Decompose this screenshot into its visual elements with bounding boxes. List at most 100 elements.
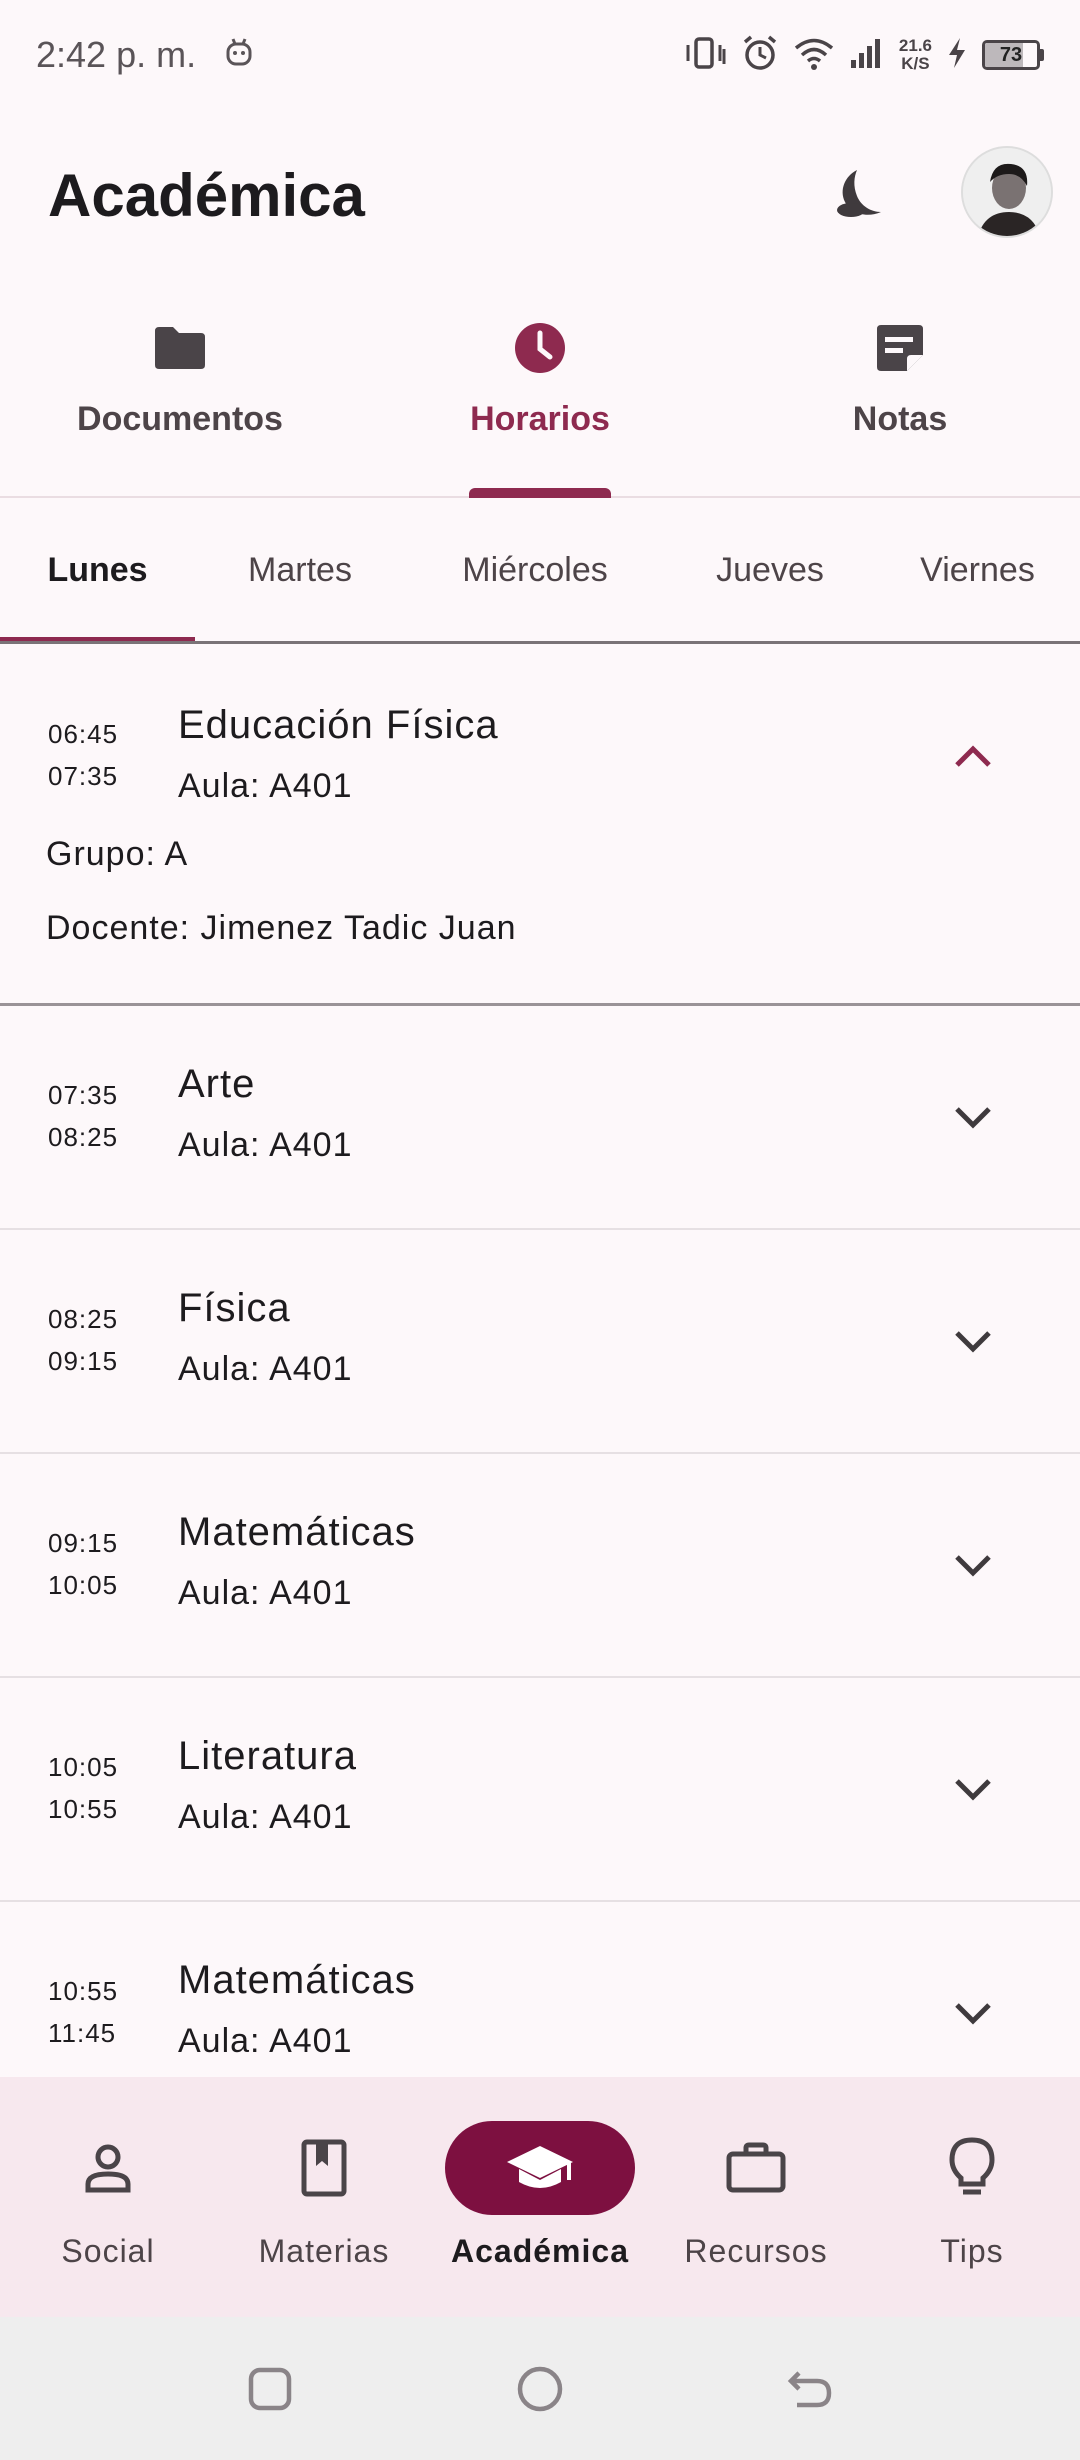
class-times: 10:55 11:45 [48, 1970, 118, 2054]
tab-lunes[interactable]: Lunes [0, 500, 195, 641]
schedule-item[interactable]: 07:35 08:25 Arte Aula: A401 [0, 1006, 1080, 1230]
alarm-icon [741, 34, 779, 77]
start-time: 07:35 [48, 1080, 119, 1110]
back-button[interactable] [675, 2365, 945, 2413]
recents-icon [248, 2367, 292, 2410]
nav-pill [661, 2121, 851, 2215]
nav-pill [229, 2121, 419, 2215]
start-time: 09:15 [48, 1528, 119, 1558]
net-speed-value: 21.6 [898, 36, 932, 55]
briefcase-icon [726, 2142, 786, 2193]
end-time: 10:05 [48, 1570, 119, 1600]
nav-pill-active [445, 2121, 635, 2215]
recents-button[interactable] [135, 2365, 405, 2413]
expand-button[interactable] [945, 1538, 1001, 1594]
room-label: Aula: A401 [178, 1126, 353, 1164]
nav-item-tips[interactable]: Tips [864, 2077, 1080, 2317]
expand-button[interactable] [945, 1314, 1001, 1370]
person-icon [85, 2144, 131, 2193]
section-tabs: Documentos Horarios Notas [0, 290, 1080, 498]
home-button[interactable] [405, 2364, 675, 2414]
nav-item-academica[interactable]: Académica [432, 2077, 648, 2317]
dark-mode-toggle-button[interactable] [820, 155, 900, 235]
back-icon [787, 2370, 832, 2407]
vibrate-icon [683, 36, 727, 75]
nav-item-materias[interactable]: Materias [216, 2077, 432, 2317]
class-times: 09:15 10:05 [48, 1522, 118, 1606]
graduation-cap-icon [507, 2146, 573, 2188]
profile-photo [963, 148, 1051, 236]
tab-notas-label: Notas [852, 400, 948, 438]
nav-item-social[interactable]: Social [0, 2077, 216, 2317]
class-times: 07:35 08:25 [48, 1074, 118, 1158]
subject-name: Arte [178, 1062, 256, 1106]
dark-mode-icon [837, 170, 881, 217]
wifi-icon [793, 36, 835, 75]
tab-viernes[interactable]: Viernes [875, 500, 1080, 641]
clock-icon [510, 318, 570, 378]
tab-miercoles[interactable]: Miércoles [405, 500, 665, 641]
home-icon [517, 2366, 563, 2411]
chevron-down-icon [955, 1779, 991, 1801]
chevron-down-icon [955, 1331, 991, 1353]
app-bar: Académica [0, 110, 1080, 280]
nav-label: Social [61, 2233, 155, 2269]
net-speed-unit: K/S [901, 54, 930, 73]
chevron-up-icon [955, 745, 991, 767]
collapse-button[interactable] [945, 728, 1001, 784]
room-label: Aula: A401 [178, 1350, 353, 1388]
nav-pill [877, 2121, 1067, 2215]
nav-item-recursos[interactable]: Recursos [648, 2077, 864, 2317]
expand-button[interactable] [945, 1762, 1001, 1818]
end-time: 11:45 [48, 2018, 117, 2048]
tab-documentos[interactable]: Documentos [0, 290, 360, 496]
subject-name: Educación Física [178, 703, 499, 747]
expand-button[interactable] [945, 1986, 1001, 2042]
end-time: 09:15 [48, 1346, 119, 1376]
class-times: 06:45 07:35 [48, 713, 118, 797]
end-time: 10:55 [48, 1794, 119, 1824]
expand-button[interactable] [945, 1090, 1001, 1146]
battery-icon: 73 [982, 40, 1044, 70]
note-icon [870, 318, 930, 378]
chevron-down-icon [955, 2003, 991, 2025]
schedule-item-expanded[interactable]: 06:45 07:35 Educación Física Aula: A401 … [0, 647, 1080, 1006]
class-times: 08:25 09:15 [48, 1298, 118, 1382]
start-time: 08:25 [48, 1304, 119, 1334]
start-time: 06:45 [48, 719, 119, 749]
tab-horarios-label: Horarios [470, 400, 610, 438]
signal-icon [849, 36, 885, 75]
tab-notas[interactable]: Notas [720, 290, 1080, 496]
group-label: Grupo: A [46, 835, 189, 873]
schedule-item[interactable]: 08:25 09:15 Física Aula: A401 [0, 1230, 1080, 1454]
schedule-item[interactable]: 10:05 10:55 Literatura Aula: A401 [0, 1678, 1080, 1902]
schedule-item-header[interactable]: 06:45 07:35 Educación Física Aula: A401 [0, 647, 1080, 817]
charging-icon [946, 36, 968, 75]
schedule-item[interactable]: 10:55 11:45 Matemáticas Aula: A401 [0, 1902, 1080, 2077]
room-label: Aula: A401 [178, 767, 353, 805]
nav-label: Materias [258, 2233, 390, 2269]
schedule-list: 06:45 07:35 Educación Física Aula: A401 … [0, 647, 1080, 2077]
tab-horarios[interactable]: Horarios [360, 290, 720, 498]
schedule-item[interactable]: 09:15 10:05 Matemáticas Aula: A401 [0, 1454, 1080, 1678]
book-icon [301, 2139, 347, 2197]
network-speed: 21.6 K/S [899, 37, 932, 73]
day-tabs: Lunes Martes Miércoles Jueves Viernes [0, 500, 1080, 644]
end-time: 08:25 [48, 1122, 119, 1152]
battery-percent: 73 [999, 43, 1023, 66]
nav-label: Académica [451, 2233, 629, 2269]
subject-name: Matemáticas [178, 1958, 416, 2002]
nav-pill [13, 2121, 203, 2215]
avatar[interactable] [961, 146, 1053, 238]
lightbulb-icon [949, 2137, 995, 2195]
nav-label: Tips [940, 2233, 1004, 2269]
end-time: 07:35 [48, 761, 119, 791]
subject-name: Literatura [178, 1734, 357, 1778]
tab-martes[interactable]: Martes [195, 500, 405, 641]
room-label: Aula: A401 [178, 1574, 353, 1612]
system-navigation-bar [0, 2317, 1080, 2460]
tab-jueves[interactable]: Jueves [665, 500, 875, 641]
start-time: 10:05 [48, 1752, 119, 1782]
android-debug-icon [224, 36, 254, 75]
room-label: Aula: A401 [178, 1798, 353, 1836]
